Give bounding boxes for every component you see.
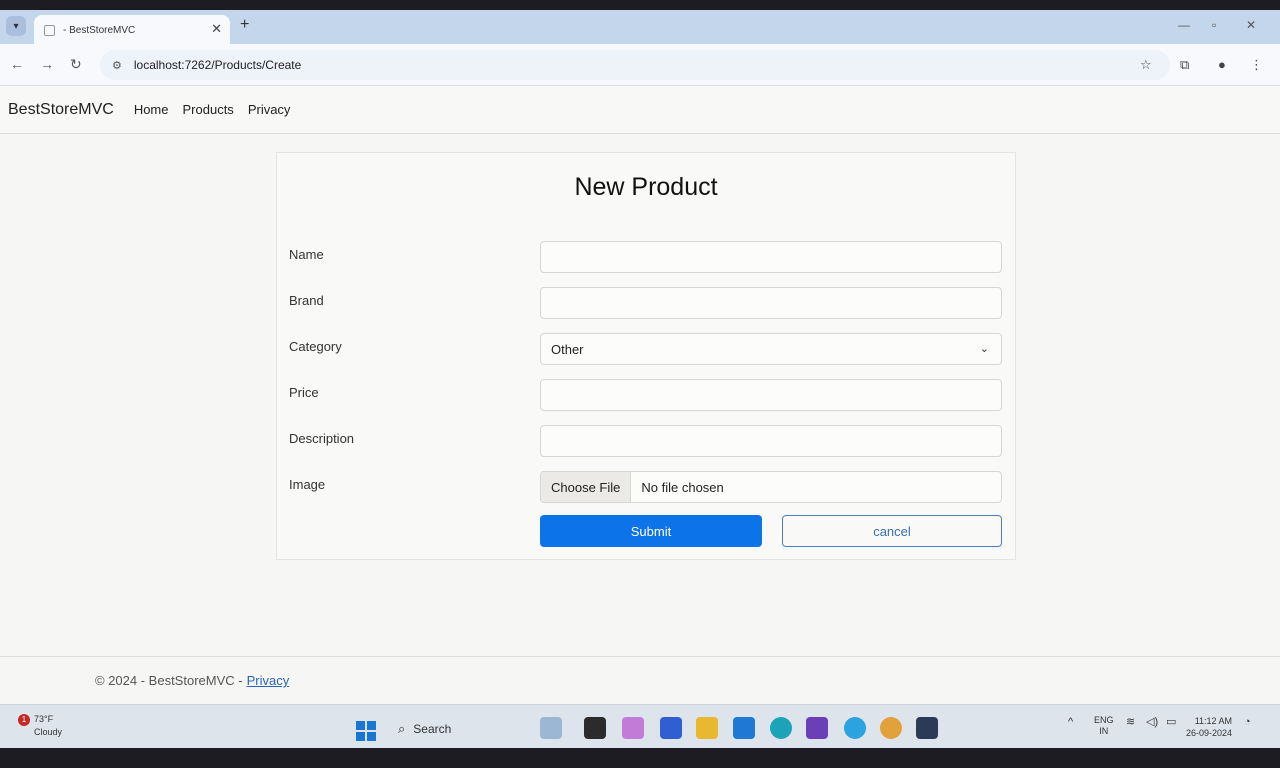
cancel-button[interactable]: cancel: [782, 515, 1002, 547]
chrome-icon[interactable]: [880, 717, 902, 739]
file-status: No file chosen: [641, 479, 724, 495]
language-indicator[interactable]: ENG IN: [1094, 715, 1114, 737]
weather-temp: 73°F: [34, 714, 54, 724]
brand-label: Brand: [289, 293, 324, 308]
nav-home[interactable]: Home: [134, 102, 169, 117]
search-icon: ⌕: [398, 721, 406, 736]
price-input[interactable]: [540, 379, 1002, 411]
image-file-input[interactable]: Choose File No file chosen: [540, 471, 1002, 503]
description-label: Description: [289, 431, 355, 446]
browser-menu-icon[interactable]: ⋮: [1250, 57, 1263, 73]
app-icon[interactable]: [660, 717, 682, 739]
weather-widget[interactable]: 1 73°F Cloudy: [18, 713, 62, 738]
site-brand[interactable]: BestStoreMVC: [8, 101, 114, 119]
clock-date: 26-09-2024: [1186, 728, 1233, 738]
category-label: Category: [289, 339, 342, 354]
footer-copyright: © 2024 - BestStoreMVC -: [95, 673, 243, 688]
lang-top: ENG: [1094, 715, 1114, 725]
choose-file-button[interactable]: Choose File: [541, 472, 632, 502]
weather-alert-badge: 1: [18, 714, 30, 726]
edge-icon[interactable]: [770, 717, 792, 739]
nav-products[interactable]: Products: [183, 102, 234, 117]
browser-tab-strip: ▾ - BestStoreMVC ✕ + — ▫ ✕: [0, 10, 1280, 45]
web-page: BestStoreMVC Home Products Privacy New P…: [0, 86, 1280, 704]
page-title: New Product: [574, 173, 718, 201]
nav-privacy[interactable]: Privacy: [248, 102, 291, 117]
category-select[interactable]: Other ⌄: [540, 333, 1002, 365]
os-taskbar: 1 73°F Cloudy ⌕ Search ^ ENG IN ≋ ◁) ▭ 11…: [0, 704, 1280, 748]
volume-icon[interactable]: ◁): [1146, 717, 1158, 728]
task-view-icon[interactable]: [584, 717, 606, 739]
minimize-icon[interactable]: —: [1178, 18, 1190, 32]
profile-avatar-icon[interactable]: ●: [1218, 57, 1226, 72]
reload-icon[interactable]: ↻: [70, 56, 82, 73]
taskbar-search[interactable]: ⌕ Search: [390, 715, 530, 743]
browser-toolbar: ← → ↻ ⚙ localhost:7262/Products/Create ☆…: [0, 44, 1280, 86]
copilot-icon[interactable]: [622, 717, 644, 739]
address-url[interactable]: localhost:7262/Products/Create: [134, 58, 301, 72]
image-label: Image: [289, 477, 326, 492]
back-icon[interactable]: ←: [10, 56, 24, 72]
name-label: Name: [289, 247, 324, 262]
lang-bottom: IN: [1099, 726, 1109, 736]
site-footer: © 2024 - BestStoreMVC - Privacy: [0, 656, 1280, 704]
site-info-icon[interactable]: ⚙: [112, 59, 122, 72]
tab-title: - BestStoreMVC: [63, 24, 136, 36]
wifi-icon[interactable]: ≋: [1126, 717, 1135, 728]
submit-button[interactable]: Submit: [540, 515, 762, 547]
product-form-card: New Product Name Brand Category Other ⌄ …: [276, 152, 1016, 560]
brand-input[interactable]: [540, 287, 1002, 319]
description-input[interactable]: [540, 425, 1002, 457]
chevron-down-icon: ⌄: [979, 343, 989, 355]
clock-time: 11:12 AM: [1194, 716, 1233, 726]
category-selected-value: Other: [551, 341, 584, 357]
bookmark-star-icon[interactable]: ☆: [1140, 57, 1152, 73]
widgets-icon[interactable]: [540, 717, 562, 739]
address-bar[interactable]: ⚙ localhost:7262/Products/Create: [100, 50, 1170, 80]
visual-studio-icon[interactable]: [806, 717, 828, 739]
taskbar-search-label: Search: [413, 722, 452, 736]
screen-bezel: [0, 748, 1280, 768]
tab-close-icon[interactable]: ✕: [211, 21, 222, 37]
forward-icon[interactable]: →: [40, 56, 54, 72]
site-navbar: BestStoreMVC Home Products Privacy: [0, 86, 1280, 134]
weather-desc: Cloudy: [34, 727, 63, 737]
battery-icon[interactable]: ▭: [1166, 717, 1176, 728]
name-input[interactable]: [540, 241, 1002, 273]
page-favicon-icon: [44, 24, 55, 36]
tab-search-icon[interactable]: ▾: [6, 16, 26, 36]
new-tab-button[interactable]: +: [240, 16, 249, 34]
window-close-icon[interactable]: ✕: [1246, 18, 1256, 32]
windows-start-icon[interactable]: [356, 721, 376, 741]
tray-overflow-icon[interactable]: ^: [1068, 717, 1073, 728]
telegram-icon[interactable]: [844, 717, 866, 739]
extensions-icon[interactable]: ⧉: [1180, 57, 1189, 73]
maximize-icon[interactable]: ▫: [1212, 18, 1216, 32]
terminal-icon[interactable]: [916, 717, 938, 739]
notification-bell-icon[interactable]: ◔: [1244, 717, 1251, 728]
price-label: Price: [289, 385, 319, 400]
footer-privacy-link[interactable]: Privacy: [247, 673, 290, 688]
taskbar-clock[interactable]: 11:12 AM 26-09-2024: [1186, 715, 1232, 739]
browser-tab[interactable]: - BestStoreMVC ✕: [34, 15, 230, 45]
file-explorer-icon[interactable]: [696, 717, 718, 739]
mail-icon[interactable]: [733, 717, 755, 739]
